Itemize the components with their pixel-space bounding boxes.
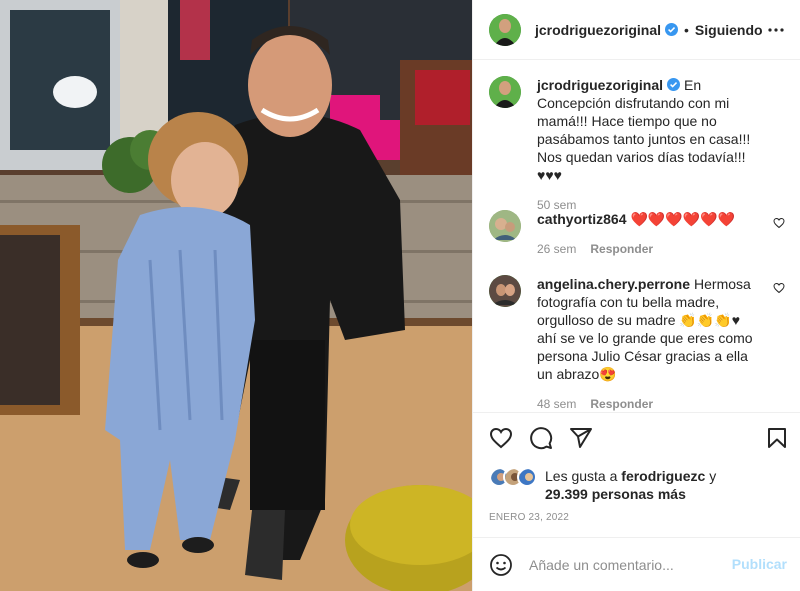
post-side-panel: jcrodriguezoriginal • Siguiendo jcrodrig… — [472, 0, 800, 591]
caption: jcrodriguezoriginal En Concepción disfrut… — [489, 76, 785, 214]
likes-count[interactable]: 29.399 personas más — [545, 486, 686, 502]
post-photo[interactable] — [0, 0, 472, 591]
likes-summary: Les gusta a ferodriguezc y 29.399 person… — [489, 467, 745, 503]
comment-item: angelina.chery.perrone Hermosa fotografía… — [489, 275, 785, 412]
separator-dot: • — [684, 21, 689, 38]
comment-time[interactable]: 48 sem — [537, 395, 576, 412]
verified-badge-icon — [665, 23, 679, 36]
caption-username[interactable]: jcrodriguezoriginal — [537, 77, 663, 93]
comment-like-heart-icon[interactable] — [773, 282, 785, 294]
likes-text: Les gusta a ferodriguezc y 29.399 person… — [545, 467, 745, 503]
comments-section[interactable]: jcrodriguezoriginal En Concepción disfrut… — [473, 60, 800, 412]
post-actions: Les gusta a ferodriguezc y 29.399 person… — [473, 412, 800, 537]
more-options-icon[interactable] — [767, 22, 785, 38]
publish-button[interactable]: Publicar — [732, 556, 787, 572]
reply-button[interactable]: Responder — [590, 240, 653, 258]
comment-item: cathyortiz864 ❤️❤️❤️❤️❤️❤️ 26 sem Respond… — [489, 210, 785, 258]
author-username[interactable]: jcrodriguezoriginal — [535, 22, 661, 38]
verified-badge-icon — [667, 78, 681, 91]
comment-username[interactable]: angelina.chery.perrone — [537, 276, 690, 292]
post-header: jcrodriguezoriginal • Siguiendo — [473, 0, 800, 60]
commenter-avatar[interactable] — [489, 275, 521, 307]
emoji-icon[interactable] — [489, 553, 513, 577]
comment-username[interactable]: cathyortiz864 — [537, 211, 626, 227]
post-date[interactable]: ENERO 23, 2022 — [489, 512, 569, 523]
comment-text: ❤️❤️❤️❤️❤️❤️ — [630, 211, 736, 227]
reply-button[interactable]: Responder — [590, 395, 653, 412]
likes-connector: y — [709, 468, 717, 484]
heart-icon[interactable] — [489, 426, 513, 450]
bookmark-icon[interactable] — [765, 426, 789, 450]
comment-icon[interactable] — [529, 426, 553, 450]
share-icon[interactable] — [569, 426, 593, 450]
liker-avatar[interactable] — [517, 467, 537, 487]
likes-prefix: Les gusta a — [545, 468, 618, 484]
comment-input[interactable] — [529, 556, 729, 573]
comment-time[interactable]: 26 sem — [537, 240, 576, 258]
comment-like-heart-icon[interactable] — [773, 217, 785, 229]
post-image — [0, 0, 472, 591]
following-button[interactable]: Siguiendo — [695, 22, 763, 38]
add-comment-bar: Publicar — [473, 537, 800, 591]
commenter-avatar[interactable] — [489, 210, 521, 242]
liker-username[interactable]: ferodriguezc — [621, 468, 705, 484]
caption-avatar[interactable] — [489, 76, 521, 108]
author-avatar[interactable] — [489, 13, 521, 46]
